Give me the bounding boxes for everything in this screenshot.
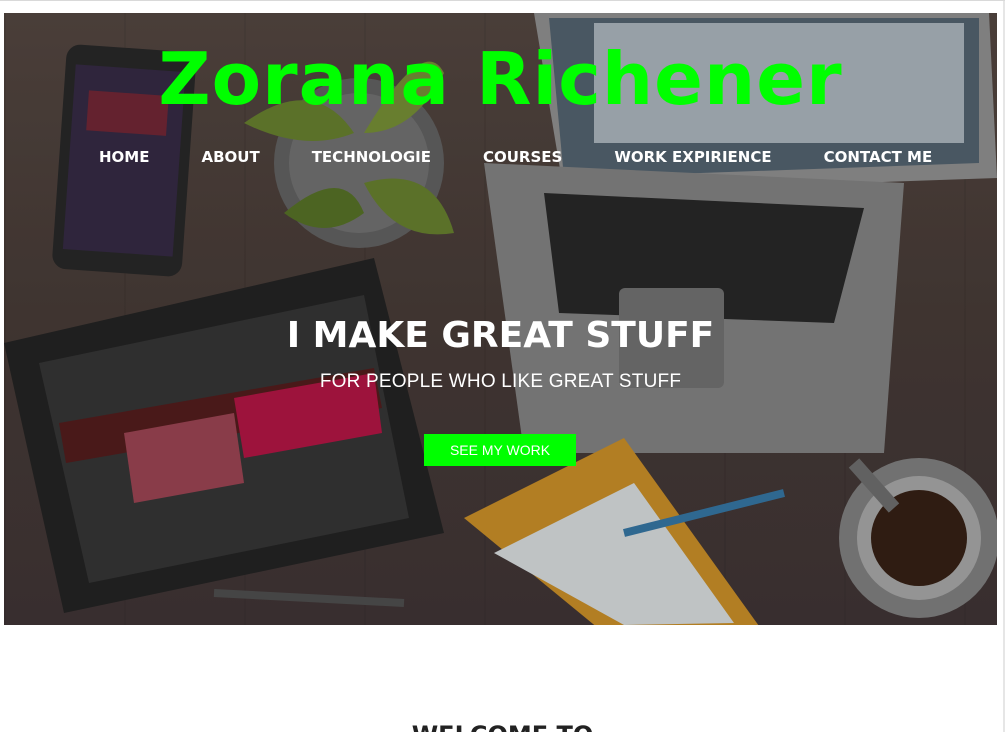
nav-item-technologie[interactable]: TECHNOLOGIE [312, 147, 431, 167]
hero-section: Zorana Richener HOME ABOUT TECHNOLOGIE C… [4, 13, 997, 625]
hero-heading: I MAKE GREAT STUFF [286, 315, 715, 356]
site-title: Zorana Richener [158, 37, 843, 121]
hero-subheading: FOR PEOPLE WHO LIKE GREAT STUFF [319, 371, 682, 392]
nav-item-about[interactable]: ABOUT [201, 147, 259, 167]
welcome-heading: WELCOME TO [0, 723, 1005, 732]
see-my-work-button[interactable]: SEE MY WORK [424, 434, 576, 466]
nav-item-courses[interactable]: COURSES [483, 147, 562, 167]
nav-item-work-expirience[interactable]: WORK EXPIRIENCE [614, 147, 771, 167]
nav-item-home[interactable]: HOME [99, 147, 149, 167]
main-nav: HOME ABOUT TECHNOLOGIE COURSES WORK EXPI… [99, 147, 932, 167]
nav-item-contact-me[interactable]: CONTACT ME [824, 147, 933, 167]
page: Zorana Richener HOME ABOUT TECHNOLOGIE C… [0, 0, 1005, 732]
